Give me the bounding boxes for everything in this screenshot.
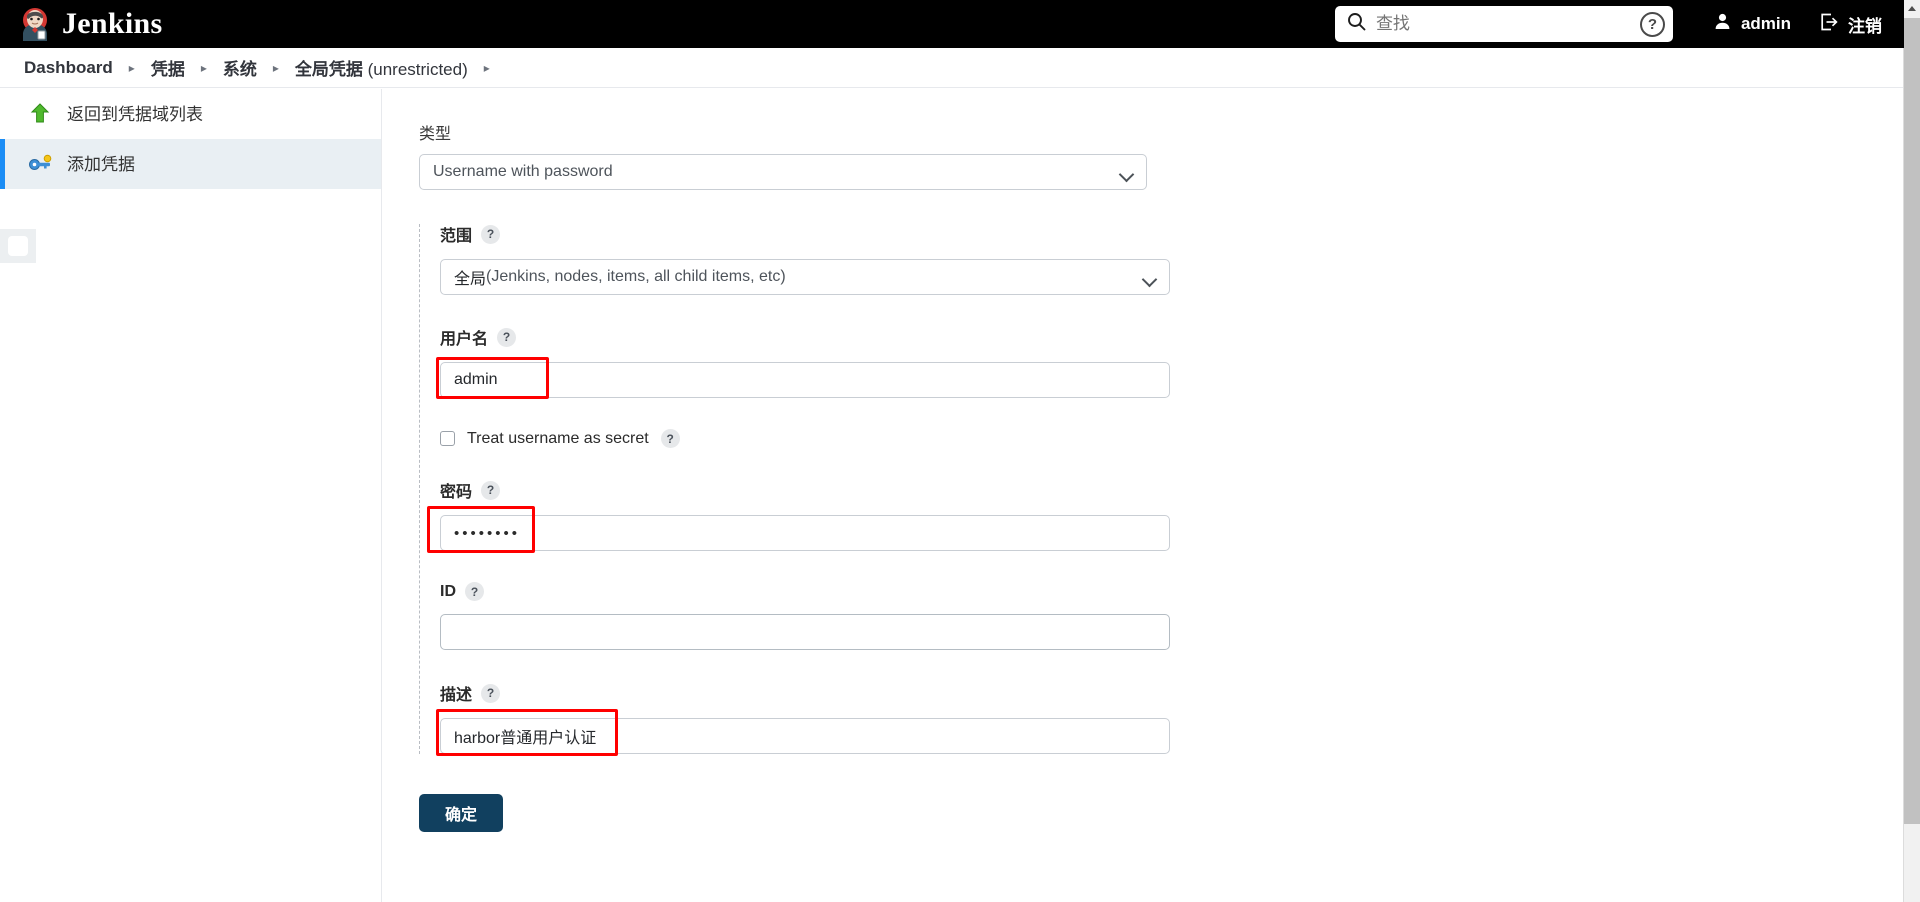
breadcrumb-item-system[interactable]: 系统: [217, 55, 263, 80]
sidebar-item-add-credential[interactable]: 添加凭据: [0, 139, 381, 189]
description-input[interactable]: harbor普通用户认证: [440, 718, 1170, 754]
jenkins-brand[interactable]: Jenkins: [0, 7, 162, 41]
type-label: 类型: [419, 126, 452, 143]
id-label-row: ID ?: [440, 582, 1883, 601]
treat-as-secret-label: Treat username as secret: [467, 429, 649, 447]
scope-label-row: 范围 ?: [440, 222, 1883, 246]
breadcrumb: Dashboard ▸ 凭据 ▸ 系统 ▸ 全局凭据 (unrestricted…: [0, 48, 1904, 88]
search-input[interactable]: [1375, 14, 1630, 34]
breadcrumb-separator: ▸: [200, 60, 207, 75]
field-password: 密码 ? ••••••••: [427, 478, 1883, 553]
credential-details-section: 范围 ? 全局 (Jenkins, nodes, items, all chil…: [419, 222, 1883, 756]
user-label: admin: [1740, 14, 1791, 33]
key-icon: [27, 151, 53, 177]
username-value: admin: [454, 371, 498, 388]
field-scope: 范围 ? 全局 (Jenkins, nodes, items, all chil…: [440, 222, 1883, 295]
type-selected-value: Username with password: [433, 163, 613, 180]
field-description: 描述 ? harbor普通用户认证: [436, 681, 1883, 756]
question-circle-icon[interactable]: ?: [1639, 11, 1665, 37]
sidebar-item-label: 返回到凭据域列表: [67, 104, 203, 124]
logout-button[interactable]: 注销: [1805, 0, 1904, 48]
treat-as-secret-checkbox[interactable]: [440, 431, 455, 446]
treat-as-secret-help-icon[interactable]: ?: [660, 429, 680, 448]
username-input[interactable]: admin: [440, 362, 1170, 398]
logout-icon: [1819, 12, 1839, 37]
username-label-row: 用户名 ?: [440, 325, 1883, 349]
breadcrumb-item-credentials[interactable]: 凭据: [145, 55, 191, 80]
password-input[interactable]: ••••••••: [440, 515, 1170, 551]
person-icon: [1713, 12, 1732, 36]
breadcrumb-separator: ▸: [128, 60, 135, 75]
username-help-icon[interactable]: ?: [497, 327, 517, 347]
field-username: 用户名 ? admin: [436, 325, 1883, 399]
breadcrumb-separator-last[interactable]: ▸: [474, 61, 500, 75]
password-value: ••••••••: [454, 524, 521, 542]
password-help-icon[interactable]: ?: [481, 480, 501, 500]
scroll-up-arrow-icon[interactable]: [1904, 0, 1920, 17]
username-label: 用户名: [440, 331, 489, 348]
search-icon: [1347, 12, 1366, 36]
field-treat-username-as-secret: Treat username as secret ?: [440, 429, 1883, 448]
jenkins-butler-logo: [18, 7, 52, 41]
brand-title: Jenkins: [62, 7, 163, 40]
breadcrumb-item-global-credentials[interactable]: 全局凭据 (unrestricted): [289, 55, 474, 80]
breadcrumb-separator: ▸: [272, 60, 279, 75]
description-label: 描述: [440, 687, 473, 704]
password-label-row: 密码 ?: [440, 478, 1883, 502]
id-help-icon[interactable]: ?: [465, 582, 484, 601]
credential-form: 类型 Username with password 范围 ? 全局 (Jenki…: [383, 89, 1883, 832]
page-scrollbar[interactable]: [1903, 0, 1920, 902]
up-arrow-icon: [27, 101, 53, 127]
sidebar-item-label: 添加凭据: [67, 154, 135, 174]
breadcrumb-global-label: 全局凭据: [294, 60, 363, 79]
description-help-icon[interactable]: ?: [481, 683, 501, 703]
description-label-row: 描述 ?: [440, 681, 1883, 705]
search-box[interactable]: ?: [1334, 6, 1673, 42]
sidebar: 返回到凭据域列表 添加凭据: [0, 89, 382, 902]
password-label: 密码: [440, 484, 473, 501]
breadcrumb-global-sub: (unrestricted): [362, 60, 468, 79]
logout-label: 注销: [1848, 16, 1882, 36]
description-value: harbor普通用户认证: [454, 730, 597, 747]
scope-selected-bold: 全局: [454, 271, 487, 288]
id-input[interactable]: [440, 614, 1170, 650]
scrollbar-thumb[interactable]: [1904, 18, 1920, 824]
id-label: ID: [440, 582, 456, 600]
sidebar-item-back-to-domain-list[interactable]: 返回到凭据域列表: [0, 89, 381, 139]
top-header: Jenkins ? admin 注销: [0, 0, 1904, 48]
user-menu-admin[interactable]: admin: [1699, 0, 1805, 48]
sidebar-collapse-widget[interactable]: [0, 229, 36, 263]
field-type: 类型 Username with password: [419, 120, 1883, 190]
submit-button[interactable]: 确定: [419, 794, 503, 832]
scope-selected-rest: (Jenkins, nodes, items, all child items,…: [486, 268, 786, 285]
type-select[interactable]: Username with password: [419, 154, 1147, 190]
scope-help-icon[interactable]: ?: [481, 224, 501, 244]
field-id: ID ?: [440, 582, 1883, 650]
scope-label: 范围: [440, 228, 473, 245]
scope-select[interactable]: 全局 (Jenkins, nodes, items, all child ite…: [440, 259, 1170, 295]
breadcrumb-item-dashboard[interactable]: Dashboard: [18, 58, 119, 78]
